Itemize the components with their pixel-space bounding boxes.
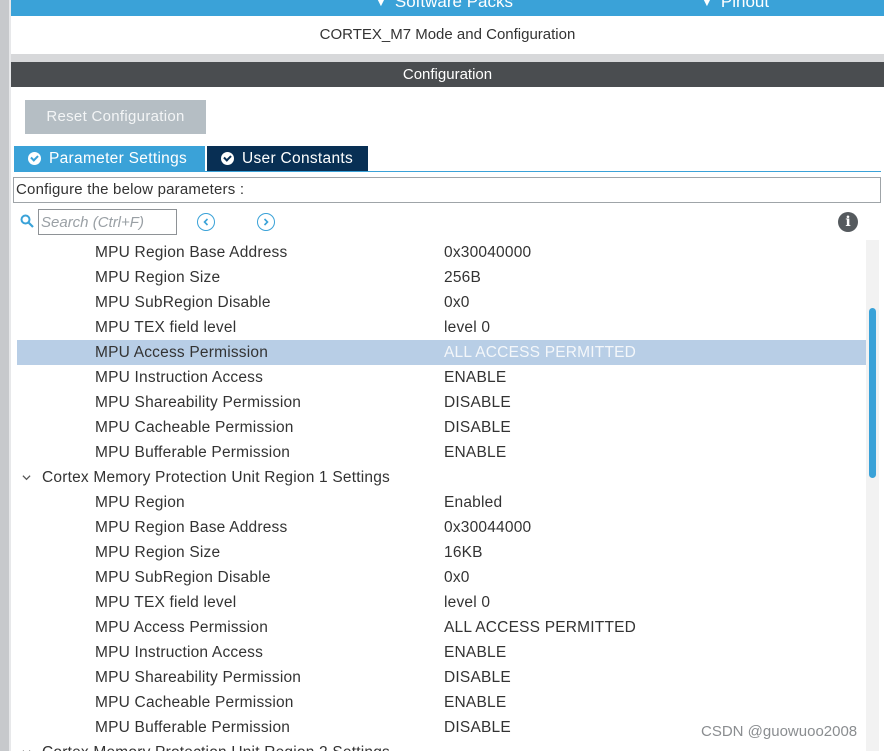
- chevron-left-icon: [203, 218, 209, 226]
- vertical-scrollbar[interactable]: [866, 240, 879, 751]
- table-row[interactable]: MPU Bufferable Permission ENABLE: [17, 440, 866, 465]
- table-row[interactable]: MPU TEX field level level 0: [17, 315, 866, 340]
- chevron-down-icon[interactable]: [22, 473, 31, 482]
- mode-header-title: CORTEX_M7 Mode and Configuration: [319, 26, 576, 43]
- table-row[interactable]: MPU Region Enabled: [17, 490, 866, 515]
- tab-parameter-settings[interactable]: Parameter Settings: [14, 146, 205, 171]
- table-row[interactable]: MPU Region Size 16KB: [17, 540, 866, 565]
- table-row[interactable]: MPU Access Permission ALL ACCESS PERMITTE…: [17, 615, 866, 640]
- param-name: MPU SubRegion Disable: [95, 294, 271, 311]
- table-row[interactable]: MPU Shareability Permission DISABLE: [17, 665, 866, 690]
- menu-software-packs-label: Software Packs: [394, 0, 513, 11]
- menu-software-packs[interactable]: ▼ Software Packs: [375, 0, 513, 12]
- configure-description: Configure the below parameters :: [13, 177, 881, 203]
- chevron-down-icon: ▼: [375, 0, 387, 9]
- watermark: CSDN @guowuoo2008: [701, 723, 858, 740]
- search-input[interactable]: [38, 209, 177, 235]
- table-row[interactable]: MPU TEX field level level 0: [17, 590, 866, 615]
- param-value[interactable]: level 0: [444, 590, 490, 615]
- param-value[interactable]: DISABLE: [444, 390, 511, 415]
- param-name: MPU Cacheable Permission: [95, 419, 294, 436]
- param-value[interactable]: ENABLE: [444, 365, 506, 390]
- table-row[interactable]: MPU Cacheable Permission ENABLE: [17, 690, 866, 715]
- parameter-list: MPU Region Base Address 0x30040000 MPU Reg…: [17, 240, 866, 751]
- reset-configuration-button[interactable]: Reset Configuration: [25, 100, 206, 134]
- param-value[interactable]: ALL ACCESS PERMITTED: [444, 340, 636, 365]
- param-name: MPU Instruction Access: [95, 644, 264, 661]
- param-name: MPU Region Size: [95, 269, 221, 286]
- param-value[interactable]: DISABLE: [444, 665, 511, 690]
- param-value[interactable]: ENABLE: [444, 440, 506, 465]
- scrollbar-thumb[interactable]: [869, 308, 876, 478]
- param-value[interactable]: DISABLE: [444, 715, 511, 740]
- param-value[interactable]: Enabled: [444, 490, 502, 515]
- table-row[interactable]: MPU Instruction Access ENABLE: [17, 365, 866, 390]
- tab-user-constants-label: User Constants: [242, 149, 354, 167]
- param-name: MPU Shareability Permission: [95, 394, 302, 411]
- menu-pinout[interactable]: ▼ Pinout: [701, 0, 769, 12]
- section-title: Cortex Memory Protection Unit Region 2 S…: [42, 740, 390, 751]
- param-value[interactable]: 256B: [444, 265, 481, 290]
- param-name: MPU TEX field level: [95, 594, 237, 611]
- section-header[interactable]: Cortex Memory Protection Unit Region 2 S…: [17, 740, 866, 751]
- tab-underline: [14, 171, 881, 172]
- configuration-title: Configuration: [402, 66, 493, 83]
- check-circle-icon: [28, 152, 41, 165]
- left-panel-edge-highlight: [9, 0, 11, 751]
- param-value[interactable]: 0x0: [444, 565, 470, 590]
- search-icon: [20, 214, 34, 228]
- table-row[interactable]: MPU Region Base Address 0x30044000: [17, 515, 866, 540]
- param-value[interactable]: ALL ACCESS PERMITTED: [444, 615, 636, 640]
- menu-pinout-label: Pinout: [720, 0, 770, 11]
- table-row[interactable]: MPU Region Base Address 0x30040000: [17, 240, 866, 265]
- search-next-button[interactable]: [257, 213, 275, 231]
- param-name: MPU Region Base Address: [95, 519, 288, 536]
- param-value[interactable]: ENABLE: [444, 690, 506, 715]
- top-menu-bar: ▼ Software Packs ▼ Pinout: [11, 0, 884, 16]
- chevron-down-icon: ▼: [701, 0, 713, 9]
- param-value[interactable]: DISABLE: [444, 415, 511, 440]
- param-name: MPU Bufferable Permission: [95, 444, 291, 461]
- section-header[interactable]: Cortex Memory Protection Unit Region 1 S…: [17, 465, 866, 490]
- tab-parameter-settings-label: Parameter Settings: [49, 149, 188, 167]
- tab-user-constants[interactable]: User Constants: [207, 146, 368, 171]
- table-row[interactable]: MPU Shareability Permission DISABLE: [17, 390, 866, 415]
- param-name: MPU Access Permission: [95, 619, 269, 636]
- param-value[interactable]: level 0: [444, 315, 490, 340]
- param-name: MPU Region Size: [95, 544, 221, 561]
- table-row[interactable]: MPU Cacheable Permission DISABLE: [17, 415, 866, 440]
- search-previous-button[interactable]: [197, 213, 215, 231]
- param-name: MPU Shareability Permission: [95, 669, 302, 686]
- param-value[interactable]: 16KB: [444, 540, 483, 565]
- info-icon[interactable]: i: [838, 212, 858, 232]
- panel-divider[interactable]: [11, 54, 884, 62]
- param-name: MPU Region Base Address: [95, 244, 288, 261]
- table-row[interactable]: MPU Access Permission ALL ACCESS PERMITTE…: [17, 340, 866, 365]
- param-name: MPU Instruction Access: [95, 369, 264, 386]
- configure-description-text: Configure the below parameters :: [16, 181, 245, 198]
- param-value[interactable]: 0x30040000: [444, 240, 531, 265]
- table-row[interactable]: MPU Instruction Access ENABLE: [17, 640, 866, 665]
- param-name: MPU TEX field level: [95, 319, 237, 336]
- configuration-header: Configuration: [11, 62, 884, 87]
- param-value[interactable]: 0x30044000: [444, 515, 531, 540]
- param-name: MPU Region: [95, 494, 185, 511]
- chevron-right-icon: [263, 218, 269, 226]
- param-name: MPU Bufferable Permission: [95, 719, 291, 736]
- param-name: MPU Cacheable Permission: [95, 694, 294, 711]
- param-name: MPU SubRegion Disable: [95, 569, 271, 586]
- table-row[interactable]: MPU SubRegion Disable 0x0: [17, 565, 866, 590]
- section-title: Cortex Memory Protection Unit Region 1 S…: [42, 469, 390, 486]
- check-circle-icon: [221, 152, 234, 165]
- param-value[interactable]: ENABLE: [444, 640, 506, 665]
- param-value[interactable]: 0x0: [444, 290, 470, 315]
- param-name: MPU Access Permission: [95, 344, 269, 361]
- table-row[interactable]: MPU SubRegion Disable 0x0: [17, 290, 866, 315]
- mode-header: CORTEX_M7 Mode and Configuration: [11, 16, 884, 54]
- table-row[interactable]: MPU Region Size 256B: [17, 265, 866, 290]
